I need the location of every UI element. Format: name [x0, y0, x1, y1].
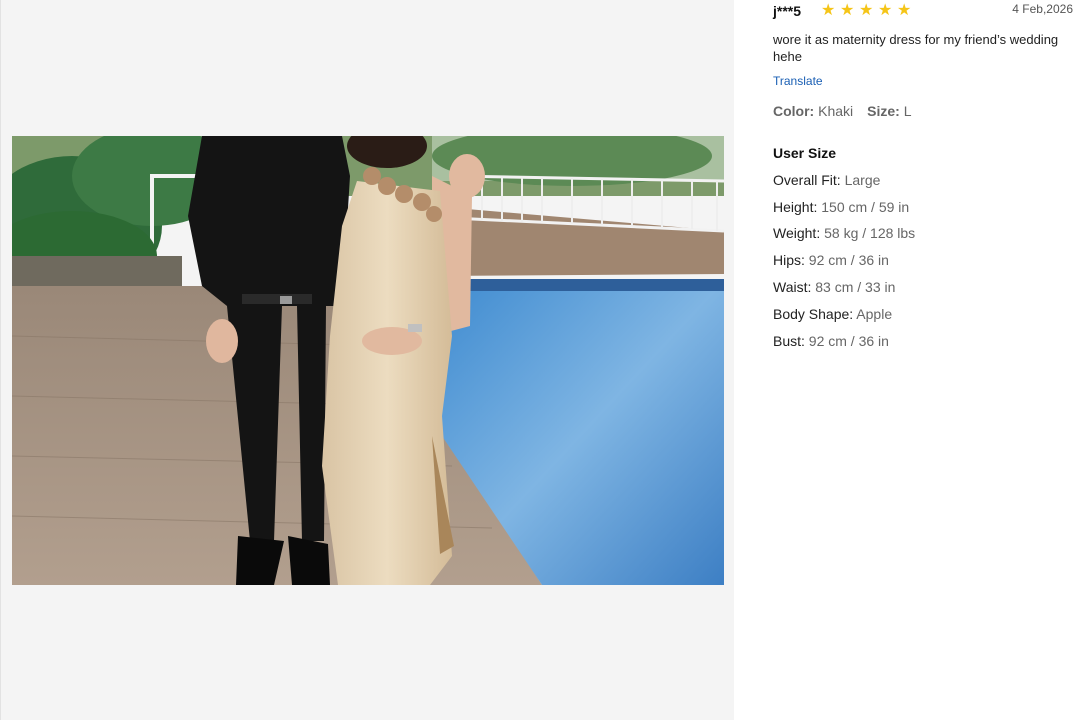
star-icon: ★	[840, 2, 855, 19]
star-icon: ★	[821, 2, 836, 19]
user-size-row: Body Shape: Apple	[773, 306, 892, 322]
translate-link[interactable]: Translate	[773, 74, 823, 88]
user-size-row: Bust: 92 cm / 36 in	[773, 333, 889, 349]
attr-value: Apple	[856, 306, 893, 322]
attr-value: 83 cm / 33 in	[815, 279, 896, 295]
attr-label: Waist:	[773, 279, 812, 295]
user-size-row: Overall Fit: Large	[773, 172, 880, 188]
review-header: j***5 ★ ★ ★ ★ ★ 4 Feb,2026	[773, 2, 1073, 22]
color-value: Khaki	[818, 103, 854, 119]
star-icon: ★	[878, 2, 893, 19]
sku-info: Color: Khaki Size: L	[773, 103, 912, 119]
attr-label: Body Shape:	[773, 306, 854, 322]
review-photo[interactable]	[12, 136, 724, 585]
image-viewer	[0, 0, 734, 720]
reviewer-name: j***5	[773, 3, 802, 19]
attr-value: 92 cm / 36 in	[808, 252, 889, 268]
star-icon: ★	[897, 2, 912, 19]
size-label: Size:	[867, 103, 900, 119]
attr-label: Hips:	[773, 252, 805, 268]
review-date: 4 Feb,2026	[1012, 2, 1073, 16]
attr-value: Large	[844, 172, 881, 188]
user-size-row: Waist: 83 cm / 33 in	[773, 279, 895, 295]
attr-value: 92 cm / 36 in	[808, 333, 889, 349]
user-size-row: Hips: 92 cm / 36 in	[773, 252, 889, 268]
size-value: L	[903, 103, 912, 119]
attr-value: 58 kg / 128 lbs	[824, 225, 916, 241]
attr-value: 150 cm / 59 in	[821, 199, 910, 215]
user-size-title: User Size	[773, 145, 837, 161]
user-size-row: Height: 150 cm / 59 in	[773, 199, 909, 215]
attr-label: Bust:	[773, 333, 805, 349]
color-label: Color:	[773, 103, 815, 119]
attr-label: Weight:	[773, 225, 821, 241]
attr-label: Height:	[773, 199, 818, 215]
review-panel: j***5 ★ ★ ★ ★ ★ 4 Feb,2026 wore it as matern…	[773, 0, 1073, 720]
star-icon: ★	[859, 2, 874, 19]
star-rating: ★ ★ ★ ★ ★	[821, 2, 916, 20]
user-size-row: Weight: 58 kg / 128 lbs	[773, 225, 915, 241]
review-text: wore it as maternity dress for my friend…	[773, 32, 1059, 64]
attr-label: Overall Fit:	[773, 172, 841, 188]
